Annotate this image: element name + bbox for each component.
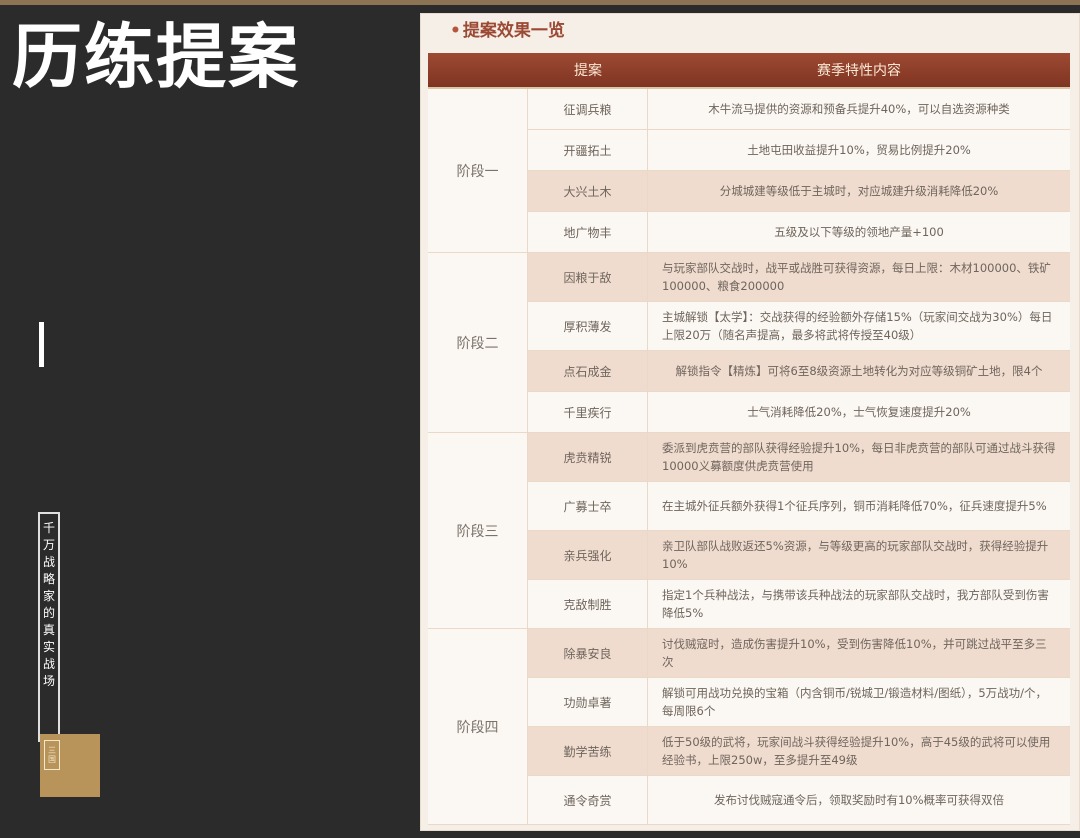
heading-bullet: •	[450, 21, 461, 41]
proposal-name: 除暴安良	[528, 629, 648, 677]
table-body: 阶段一 征调兵粮 木牛流马提供的资源和预备兵提升40%，可以自选资源种类 开疆拓…	[428, 89, 1070, 825]
proposal-content: 指定1个兵种战法，与携带该兵种战法的玩家部队交战时，我方部队受到伤害降低5%	[662, 588, 1049, 620]
caption-char: 实	[42, 640, 55, 654]
table-header: 提案 赛季特性内容	[428, 53, 1070, 89]
proposal-name: 地广物丰	[528, 212, 648, 252]
proposal-content: 在主城外征兵额外获得1个征兵序列，铜币消耗降低70%，征兵速度提升5%	[662, 499, 1047, 513]
stage-group-2: 阶段二 因粮于敌 与玩家部队交战时，战平或战胜可获得资源，每日上限：木材1000…	[428, 253, 1070, 433]
proposal-name: 勤学苦练	[528, 727, 648, 775]
proposal-name: 厚积薄发	[528, 302, 648, 350]
table-row: 点石成金 解锁指令【精炼】可将6至8级资源土地转化为对应等级铜矿土地，限4个	[528, 351, 1070, 392]
proposal-name: 虎贲精锐	[528, 433, 648, 481]
caption-char: 千	[42, 521, 55, 535]
table-row: 千里疾行 士气消耗降低20%，士气恢复速度提升20%	[528, 392, 1070, 432]
proposal-content: 士气消耗降低20%，士气恢复速度提升20%	[747, 405, 971, 419]
caption-char: 家	[42, 589, 55, 603]
proposal-content: 低于50级的武将，玩家间战斗获得经验提升10%，高于45级的武将可以使用经验书，…	[662, 735, 1051, 767]
table-row: 勤学苦练 低于50级的武将，玩家间战斗获得经验提升10%，高于45级的武将可以使…	[528, 727, 1070, 776]
proposal-content: 主城解锁【太学】：交战获得的经验额外存储15%（玩家间交战为30%）每日上限20…	[662, 310, 1053, 342]
table-row: 大兴土木 分城城建等级低于主城时，对应城建升级消耗降低20%	[528, 171, 1070, 212]
table-row: 虎贲精锐 委派到虎贲营的部队获得经验提升10%，每日非虎贲营的部队可通过战斗获得…	[528, 433, 1070, 482]
table-row: 克敌制胜 指定1个兵种战法，与携带该兵种战法的玩家部队交战时，我方部队受到伤害降…	[528, 580, 1070, 628]
proposal-name: 亲兵强化	[528, 531, 648, 579]
caption-char: 真	[42, 623, 55, 637]
seal-char: 国	[48, 755, 56, 764]
stage-label: 阶段三	[428, 433, 528, 628]
proposal-content: 五级及以下等级的领地产量+100	[774, 225, 944, 239]
caption-char: 战	[42, 657, 55, 671]
proposal-content: 分城城建等级低于主城时，对应城建升级消耗降低20%	[719, 184, 999, 198]
header-proposal: 提案	[574, 63, 602, 79]
proposal-content: 讨伐贼寇时，造成伤害提升10%，受到伤害降低10%，并可跳过战平至多三次	[662, 637, 1047, 669]
proposal-content: 与玩家部队交战时，战平或战胜可获得资源，每日上限：木材100000、铁矿1000…	[662, 261, 1051, 293]
caption-char: 的	[42, 606, 55, 620]
caption-char: 万	[42, 538, 55, 552]
table-row: 因粮于敌 与玩家部队交战时，战平或战胜可获得资源，每日上限：木材100000、铁…	[528, 253, 1070, 302]
stage-label: 阶段二	[428, 253, 528, 432]
stage-label: 阶段四	[428, 629, 528, 824]
table-row: 除暴安良 讨伐贼寇时，造成伤害提升10%，受到伤害降低10%，并可跳过战平至多三…	[528, 629, 1070, 678]
proposal-content: 解锁可用战功兑换的宝箱（内含铜币/锐城卫/锻造材料/图纸），5万战功/个，每周限…	[662, 686, 1048, 718]
proposal-name: 大兴土木	[528, 171, 648, 211]
proposal-name: 广募士卒	[528, 482, 648, 530]
table-row: 广募士卒 在主城外征兵额外获得1个征兵序列，铜币消耗降低70%，征兵速度提升5%	[528, 482, 1070, 531]
proposal-content: 木牛流马提供的资源和预备兵提升40%，可以自选资源种类	[708, 102, 1010, 116]
proposal-name: 开疆拓土	[528, 130, 648, 170]
table-row: 通令奇赏 发布讨伐贼寇通令后，领取奖励时有10%概率可获得双倍	[528, 776, 1070, 824]
caption-char: 战	[42, 555, 55, 569]
table-row: 开疆拓土 土地屯田收益提升10%，贸易比例提升20%	[528, 130, 1070, 171]
proposal-name: 千里疾行	[528, 392, 648, 432]
proposal-content: 发布讨伐贼寇通令后，领取奖励时有10%概率可获得双倍	[713, 793, 1005, 807]
proposal-name: 功勋卓著	[528, 678, 648, 726]
top-stripe	[0, 0, 1080, 5]
stage-group-4: 阶段四 除暴安良 讨伐贼寇时，造成伤害提升10%，受到伤害降低10%，并可跳过战…	[428, 629, 1070, 825]
proposal-content: 土地屯田收益提升10%，贸易比例提升20%	[747, 143, 971, 157]
seal-char: 三	[48, 746, 56, 755]
table-row: 厚积薄发 主城解锁【太学】：交战获得的经验额外存储15%（玩家间交战为30%）每…	[528, 302, 1070, 351]
proposal-table: 提案 赛季特性内容 阶段一 征调兵粮 木牛流马提供的资源和预备兵提升40%，可以…	[428, 53, 1070, 825]
seal-stamp: 三 国	[44, 740, 60, 770]
accent-bar	[39, 322, 44, 367]
caption-char: 略	[42, 572, 55, 586]
caption-char: 场	[42, 674, 55, 688]
proposal-content: 亲卫队部队战败返还5%资源，与等级更高的玩家部队交战时，获得经验提升10%	[662, 539, 1049, 571]
stage-group-1: 阶段一 征调兵粮 木牛流马提供的资源和预备兵提升40%，可以自选资源种类 开疆拓…	[428, 89, 1070, 253]
proposal-content: 委派到虎贲营的部队获得经验提升10%，每日非虎贲营的部队可通过战斗获得10000…	[662, 441, 1056, 473]
stage-label: 阶段一	[428, 89, 528, 252]
proposal-name: 通令奇赏	[528, 776, 648, 824]
vertical-caption: 千 万 战 略 家 的 真 实 战 场	[38, 512, 60, 742]
panel-heading: • 提案效果一览	[450, 16, 565, 41]
proposal-panel: • 提案效果一览 提案 赛季特性内容 阶段一 征调兵粮 木牛流马提供的资源和预备兵…	[420, 13, 1080, 831]
proposal-name: 点石成金	[528, 351, 648, 391]
table-row: 亲兵强化 亲卫队部队战败返还5%资源，与等级更高的玩家部队交战时，获得经验提升1…	[528, 531, 1070, 580]
proposal-name: 征调兵粮	[528, 89, 648, 129]
proposal-name: 因粮于敌	[528, 253, 648, 301]
proposal-content: 解锁指令【精炼】可将6至8级资源土地转化为对应等级铜矿土地，限4个	[675, 364, 1043, 378]
proposal-name: 克敌制胜	[528, 580, 648, 628]
heading-text: 提案效果一览	[462, 21, 565, 41]
header-content: 赛季特性内容	[817, 63, 901, 79]
stage-group-3: 阶段三 虎贲精锐 委派到虎贲营的部队获得经验提升10%，每日非虎贲营的部队可通过…	[428, 433, 1070, 629]
header-stage-blank	[428, 53, 528, 87]
table-row: 征调兵粮 木牛流马提供的资源和预备兵提升40%，可以自选资源种类	[528, 89, 1070, 130]
table-row: 地广物丰 五级及以下等级的领地产量+100	[528, 212, 1070, 252]
table-row: 功勋卓著 解锁可用战功兑换的宝箱（内含铜币/锐城卫/锻造材料/图纸），5万战功/…	[528, 678, 1070, 727]
slide-title: 历练提案	[12, 16, 300, 98]
